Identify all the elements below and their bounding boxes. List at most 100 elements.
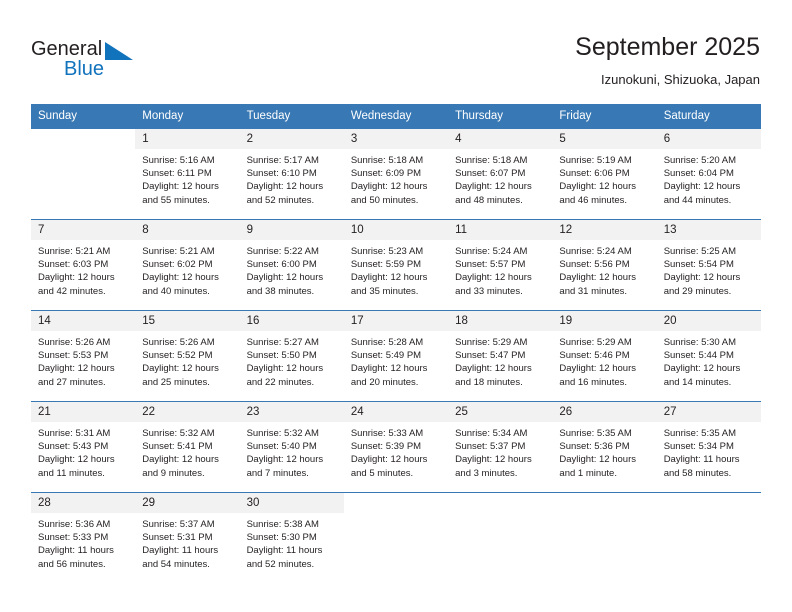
daylight-text-line2: and 50 minutes.	[350, 194, 419, 206]
calendar-day-cell[interactable]: 21 Sunrise: 5:31 AM Sunset: 5:43 PM Dayligh…	[31, 401, 136, 493]
sunset-text: Sunset: 5:56 PM	[559, 259, 630, 271]
logo-text-blue: Blue	[64, 58, 105, 80]
daylight-text-line1: Daylight: 12 hours	[663, 363, 741, 375]
calendar-day-cell[interactable]: 28 Sunrise: 5:36 AM Sunset: 5:33 PM Dayligh…	[31, 492, 136, 583]
day-details: Sunrise: 5:16 AM Sunset: 6:11 PM Daylight:…	[135, 149, 239, 207]
daylight-text-line2: and 33 minutes.	[455, 285, 523, 297]
daylight-text-line1: Daylight: 12 hours	[142, 272, 219, 284]
sunset-text: Sunset: 5:59 PM	[350, 259, 422, 271]
day-details: Sunrise: 5:38 AM Sunset: 5:30 PM Daylight:…	[240, 513, 344, 571]
calendar-day-cell[interactable]: 26 Sunrise: 5:35 AM Sunset: 5:36 PM Dayligh…	[552, 401, 657, 493]
day-number: 11	[448, 220, 553, 240]
calendar-day-cell[interactable]: 1 Sunrise: 5:16 AM Sunset: 6:11 PM Daylight…	[135, 128, 240, 220]
calendar-day-cell[interactable]: 19 Sunrise: 5:29 AM Sunset: 5:46 PM Dayligh…	[552, 310, 657, 402]
daylight-text-line1: Daylight: 12 hours	[559, 272, 636, 284]
day-number: 25	[448, 402, 553, 422]
day-number: 29	[135, 493, 240, 513]
sunset-text: Sunset: 5:49 PM	[350, 350, 422, 362]
day-details: Sunrise: 5:31 AM Sunset: 5:43 PM Daylight:…	[31, 422, 135, 480]
calendar-day-cell[interactable]: 24 Sunrise: 5:33 AM Sunset: 5:39 PM Dayligh…	[343, 401, 449, 493]
sunrise-text: Sunrise: 5:20 AM	[663, 155, 737, 166]
sunrise-text: Sunrise: 5:32 AM	[246, 428, 319, 439]
daylight-text-line2: and 35 minutes.	[350, 285, 419, 297]
general-blue-logo[interactable]: General Blue	[31, 38, 151, 82]
day-details: Sunrise: 5:29 AM Sunset: 5:47 PM Daylight:…	[448, 331, 552, 389]
sunrise-text: Sunrise: 5:26 AM	[38, 337, 111, 348]
sunset-text: Sunset: 6:00 PM	[246, 259, 317, 271]
calendar-day-cell[interactable]: 25 Sunrise: 5:34 AM Sunset: 5:37 PM Dayligh…	[448, 401, 553, 493]
sunset-text: Sunset: 5:30 PM	[246, 532, 317, 544]
day-number: 1	[135, 129, 240, 149]
daylight-text-line2: and 25 minutes.	[142, 376, 210, 388]
calendar-day-cell[interactable]: 27 Sunrise: 5:35 AM Sunset: 5:34 PM Dayligh…	[656, 401, 761, 493]
calendar-day-cell[interactable]: 11 Sunrise: 5:24 AM Sunset: 5:57 PM Dayligh…	[448, 219, 553, 311]
daylight-text-line2: and 9 minutes.	[142, 467, 205, 479]
sunrise-text: Sunrise: 5:29 AM	[559, 337, 632, 348]
sunset-text: Sunset: 5:46 PM	[559, 350, 630, 362]
day-number: 19	[552, 311, 657, 331]
calendar-day-cell[interactable]: 4 Sunrise: 5:18 AM Sunset: 6:07 PM Daylight…	[448, 128, 553, 220]
day-details: Sunrise: 5:24 AM Sunset: 5:56 PM Daylight:…	[552, 240, 656, 298]
calendar-day-cell[interactable]: 7 Sunrise: 5:21 AM Sunset: 6:03 PM Daylight…	[31, 219, 136, 311]
calendar-day-cell[interactable]: 29 Sunrise: 5:37 AM Sunset: 5:31 PM Dayligh…	[135, 492, 240, 583]
day-number: 4	[448, 129, 553, 149]
sunrise-text: Sunrise: 5:36 AM	[38, 519, 111, 530]
calendar-day-cell[interactable]: 30 Sunrise: 5:38 AM Sunset: 5:30 PM Dayligh…	[239, 492, 344, 583]
calendar-day-cell[interactable]: 2 Sunrise: 5:17 AM Sunset: 6:10 PM Daylight…	[239, 128, 344, 220]
day-number: 7	[31, 220, 136, 240]
calendar-day-cell[interactable]: 3 Sunrise: 5:18 AM Sunset: 6:09 PM Daylight…	[343, 128, 449, 220]
day-number: 14	[31, 311, 136, 331]
weekday-header-saturday: Saturday	[656, 104, 761, 129]
day-details: Sunrise: 5:21 AM Sunset: 6:02 PM Daylight:…	[135, 240, 239, 298]
day-details: Sunrise: 5:32 AM Sunset: 5:40 PM Daylight:…	[240, 422, 344, 480]
calendar-day-cell[interactable]: 10 Sunrise: 5:23 AM Sunset: 5:59 PM Dayligh…	[343, 219, 449, 311]
daylight-text-line1: Daylight: 12 hours	[559, 454, 636, 466]
daylight-text-line2: and 7 minutes.	[246, 467, 309, 479]
calendar-day-cell[interactable]: 12 Sunrise: 5:24 AM Sunset: 5:56 PM Dayligh…	[552, 219, 657, 311]
sunrise-text: Sunrise: 5:38 AM	[246, 519, 319, 530]
sunrise-text: Sunrise: 5:18 AM	[350, 155, 424, 166]
calendar-week-row: 28 Sunrise: 5:36 AM Sunset: 5:33 PM Dayligh…	[31, 492, 761, 583]
calendar-day-cell[interactable]: 16 Sunrise: 5:27 AM Sunset: 5:50 PM Dayligh…	[239, 310, 344, 402]
daylight-text-line2: and 56 minutes.	[38, 558, 106, 570]
daylight-text-line2: and 52 minutes.	[246, 558, 315, 570]
daylight-text-line1: Daylight: 12 hours	[246, 181, 324, 193]
sunrise-text: Sunrise: 5:30 AM	[663, 337, 737, 348]
daylight-text-line1: Daylight: 12 hours	[246, 363, 324, 375]
sunrise-text: Sunrise: 5:33 AM	[350, 428, 424, 439]
calendar-day-cell[interactable]: 20 Sunrise: 5:30 AM Sunset: 5:44 PM Dayligh…	[656, 310, 761, 402]
day-details: Sunrise: 5:26 AM Sunset: 5:52 PM Daylight:…	[135, 331, 239, 389]
calendar-day-cell[interactable]: 15 Sunrise: 5:26 AM Sunset: 5:52 PM Dayligh…	[135, 310, 240, 402]
sunset-text: Sunset: 5:31 PM	[142, 532, 213, 544]
sunrise-text: Sunrise: 5:24 AM	[455, 246, 528, 257]
day-number: 18	[448, 311, 553, 331]
daylight-text-line1: Daylight: 11 hours	[663, 454, 740, 466]
day-number: 15	[135, 311, 240, 331]
calendar-day-cell[interactable]: 9 Sunrise: 5:22 AM Sunset: 6:00 PM Daylight…	[239, 219, 344, 311]
sunrise-text: Sunrise: 5:35 AM	[663, 428, 737, 439]
calendar-day-cell[interactable]: 8 Sunrise: 5:21 AM Sunset: 6:02 PM Daylight…	[135, 219, 240, 311]
day-details: Sunrise: 5:23 AM Sunset: 5:59 PM Daylight:…	[344, 240, 448, 298]
daylight-text-line1: Daylight: 12 hours	[38, 272, 115, 284]
calendar-day-cell[interactable]: 5 Sunrise: 5:19 AM Sunset: 6:06 PM Daylight…	[552, 128, 657, 220]
calendar-day-cell[interactable]: 17 Sunrise: 5:28 AM Sunset: 5:49 PM Dayligh…	[343, 310, 449, 402]
calendar-day-cell[interactable]: 14 Sunrise: 5:26 AM Sunset: 5:53 PM Dayligh…	[31, 310, 136, 402]
daylight-text-line2: and 27 minutes.	[38, 376, 106, 388]
calendar-day-cell[interactable]: 13 Sunrise: 5:25 AM Sunset: 5:54 PM Dayligh…	[656, 219, 761, 311]
daylight-text-line1: Daylight: 12 hours	[38, 363, 115, 375]
calendar-body: 1 Sunrise: 5:16 AM Sunset: 6:11 PM Daylight…	[31, 128, 761, 583]
calendar-day-cell[interactable]: 23 Sunrise: 5:32 AM Sunset: 5:40 PM Dayligh…	[239, 401, 344, 493]
daylight-text-line2: and 46 minutes.	[559, 194, 628, 206]
day-number: 20	[656, 311, 761, 331]
calendar-day-cell[interactable]: 18 Sunrise: 5:29 AM Sunset: 5:47 PM Dayligh…	[448, 310, 553, 402]
day-number: 13	[656, 220, 761, 240]
daylight-text-line2: and 42 minutes.	[38, 285, 106, 297]
daylight-text-line1: Daylight: 12 hours	[350, 272, 428, 284]
day-number: 26	[552, 402, 657, 422]
calendar-day-cell-empty	[552, 492, 657, 583]
sunrise-text: Sunrise: 5:24 AM	[559, 246, 632, 257]
calendar-day-cell[interactable]: 22 Sunrise: 5:32 AM Sunset: 5:41 PM Dayligh…	[135, 401, 240, 493]
daylight-text-line2: and 20 minutes.	[350, 376, 419, 388]
weekday-header-friday: Friday	[552, 104, 657, 129]
calendar-day-cell[interactable]: 6 Sunrise: 5:20 AM Sunset: 6:04 PM Daylight…	[656, 128, 761, 220]
